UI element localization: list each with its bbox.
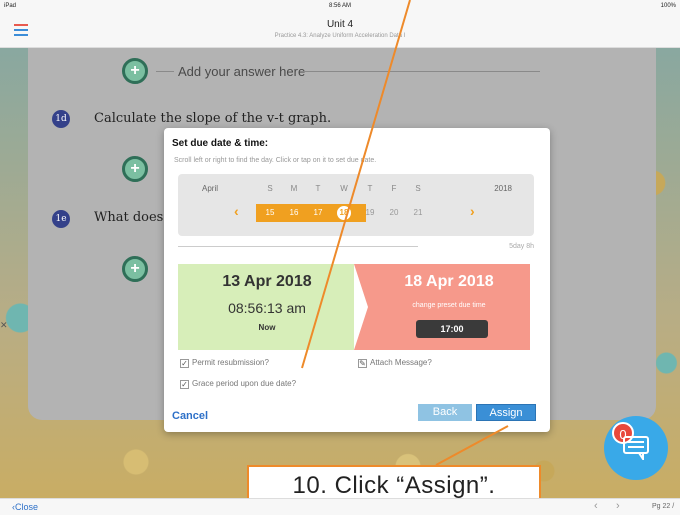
edit-icon: ✎ <box>358 359 367 368</box>
calendar-day-selected[interactable]: 18 <box>335 204 353 222</box>
divider <box>156 71 174 72</box>
calendar-day[interactable]: 15 <box>260 204 280 222</box>
start-time: 08:56:13 am <box>228 300 306 316</box>
due-date-dialog: Set due date & time: Scroll left or righ… <box>164 128 550 432</box>
question-badge: 1d <box>52 110 70 128</box>
calendar-day[interactable]: 20 <box>384 204 404 222</box>
calendar-day[interactable]: 21 <box>408 204 428 222</box>
preset-due-time-link[interactable]: change preset due time <box>368 302 530 309</box>
weekday-label: W <box>340 184 348 193</box>
calendar-month: April <box>202 184 219 193</box>
grace-period-checkbox[interactable]: ✓ Grace period upon due date? <box>180 379 296 389</box>
page-subtitle: Practice 4.3: Analyze Uniform Accelerati… <box>274 33 406 39</box>
status-bar: iPad 8:56 AM 100% <box>0 0 680 12</box>
app-header: Unit 4 Practice 4.3: Analyze Uniform Acc… <box>0 12 680 48</box>
close-label: Close <box>15 502 39 512</box>
permit-resubmission-checkbox[interactable]: ✓ Permit resubmission? <box>180 358 269 368</box>
weekday-label: S <box>415 184 421 193</box>
divider <box>300 71 540 72</box>
bottom-bar: ‹Close ‹ › Pg 22 / <box>0 498 680 515</box>
back-button[interactable]: Back <box>418 404 472 421</box>
start-date: 13 Apr 2018 <box>222 273 312 290</box>
previous-page-icon[interactable]: ‹ <box>594 500 598 512</box>
checkbox-label: Attach Message? <box>370 358 432 367</box>
due-time-field[interactable]: 17:00 <box>416 320 488 338</box>
due-panel: 18 Apr 2018 change preset due time 17:00 <box>354 264 530 350</box>
checkbox-label: Permit resubmission? <box>192 358 269 367</box>
add-answer-label: Add your answer here <box>178 64 306 79</box>
attach-message-checkbox[interactable]: ✎ Attach Message? <box>358 358 432 368</box>
add-answer-button[interactable]: + <box>122 156 148 182</box>
checkbox-label: Grace period upon due date? <box>192 379 297 388</box>
question-badge: 1e <box>52 210 70 228</box>
next-page-icon[interactable]: › <box>616 500 620 512</box>
question-text: What does <box>94 210 164 225</box>
checkbox-checked-icon: ✓ <box>180 359 189 368</box>
calendar-day[interactable]: 19 <box>360 204 380 222</box>
weekday-label: S <box>267 184 273 193</box>
close-icon[interactable]: ✕ <box>0 320 8 331</box>
chat-button[interactable]: 0 <box>604 416 668 480</box>
weekday-label: T <box>367 184 373 193</box>
assign-button[interactable]: Assign <box>476 404 536 421</box>
page-indicator: Pg 22 / <box>652 503 675 510</box>
duration-label: 5day 8h <box>509 243 534 250</box>
calendar-day[interactable]: 17 <box>308 204 328 222</box>
page-title: Unit 4 <box>326 19 354 30</box>
cancel-button[interactable]: Cancel <box>172 410 208 422</box>
weekday-label: F <box>391 184 397 193</box>
divider <box>178 246 418 247</box>
add-answer-button[interactable]: + <box>122 58 148 84</box>
question-text: Calculate the slope of the v-t graph. <box>94 111 332 126</box>
add-answer-button[interactable]: + <box>122 256 148 282</box>
chevron-right-icon[interactable]: › <box>470 203 475 219</box>
chevron-left-icon[interactable]: ‹ <box>234 203 239 219</box>
weekday-label: M <box>290 184 298 193</box>
calendar-year: 2018 <box>494 184 512 193</box>
battery-level: 100% <box>660 3 676 9</box>
chat-icon <box>623 436 649 460</box>
checkbox-checked-icon: ✓ <box>180 380 189 389</box>
clock: 8:56 AM <box>328 3 351 9</box>
weekday-label: T <box>315 184 321 193</box>
dialog-title: Set due date & time: <box>172 138 269 149</box>
close-button[interactable]: ‹Close <box>12 502 38 512</box>
dialog-hint: Scroll left or right to find the day. Cl… <box>174 157 377 164</box>
calendar-strip[interactable]: April 2018 S M T W T F S ‹ › 15 16 17 18… <box>178 174 534 236</box>
start-panel: 13 Apr 2018 08:56:13 am Now <box>178 264 370 350</box>
due-date: 18 Apr 2018 <box>404 273 494 290</box>
calendar-day[interactable]: 16 <box>284 204 304 222</box>
start-now-label: Now <box>258 323 276 332</box>
